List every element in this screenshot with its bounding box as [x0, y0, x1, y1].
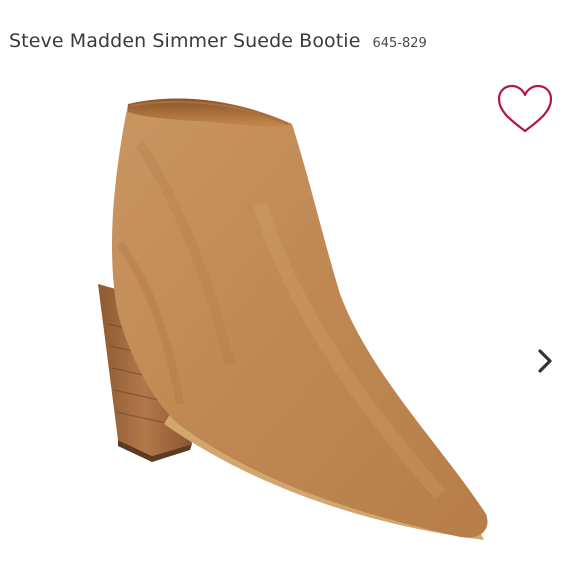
bootie-illustration — [98, 98, 488, 540]
product-image[interactable] — [60, 84, 500, 564]
chevron-right-icon — [538, 349, 552, 373]
product-listing-page: Steve Madden Simmer Suede Bootie 645-829 — [0, 0, 580, 580]
favorite-button[interactable] — [496, 84, 554, 136]
product-sku: 645-829 — [372, 36, 427, 51]
product-header: Steve Madden Simmer Suede Bootie 645-829 — [9, 30, 427, 60]
heart-outline-icon — [497, 84, 553, 133]
product-title: Steve Madden Simmer Suede Bootie — [9, 30, 361, 52]
next-image-button[interactable] — [533, 346, 557, 376]
